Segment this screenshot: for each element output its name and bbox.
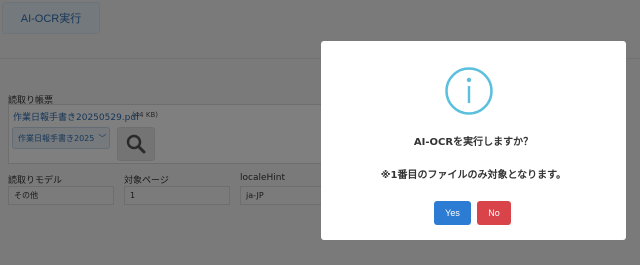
no-button[interactable]: No	[477, 201, 511, 225]
dialog-title: AI-OCRを実行しますか？	[413, 137, 534, 148]
yes-button[interactable]: Yes	[434, 201, 471, 225]
info-icon	[445, 67, 493, 115]
dialog-message: ※1番目のファイルのみ対象となります。	[380, 170, 567, 181]
